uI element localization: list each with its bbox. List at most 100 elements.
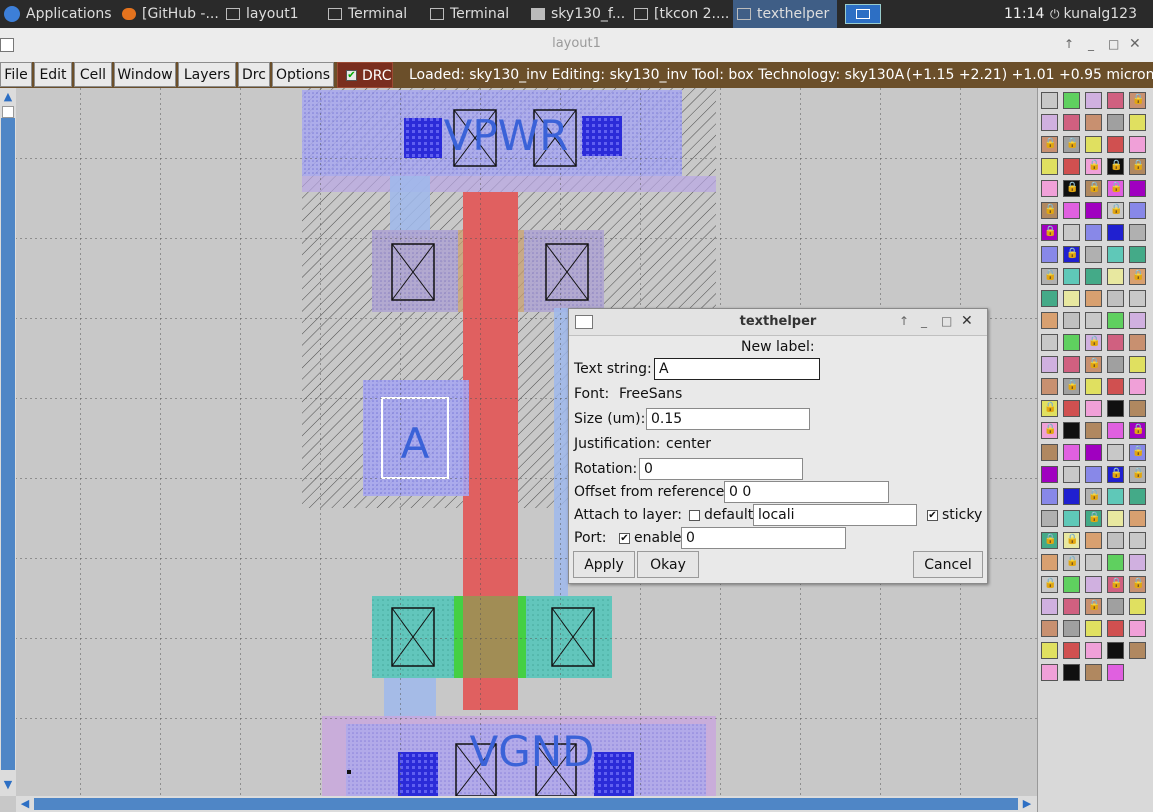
layer-swatch[interactable] bbox=[1129, 334, 1146, 351]
window-shade-icon[interactable]: ↑ bbox=[1064, 37, 1074, 51]
layer-swatch[interactable]: 🔒 bbox=[1129, 158, 1146, 175]
layer-swatch[interactable] bbox=[1129, 510, 1146, 527]
justification-value[interactable]: center bbox=[666, 436, 711, 452]
layer-swatch[interactable] bbox=[1063, 444, 1080, 461]
layer-swatch[interactable] bbox=[1107, 136, 1124, 153]
menu-edit[interactable]: Edit bbox=[34, 62, 72, 87]
layer-swatch[interactable] bbox=[1129, 202, 1146, 219]
scroll-left-icon[interactable]: ◀ bbox=[18, 797, 32, 811]
layer-swatch[interactable] bbox=[1041, 466, 1058, 483]
layer-swatch[interactable]: 🔒 bbox=[1041, 268, 1058, 285]
layer-swatch[interactable] bbox=[1063, 202, 1080, 219]
layer-swatch[interactable]: 🔒 bbox=[1085, 334, 1102, 351]
layer-swatch[interactable] bbox=[1107, 378, 1124, 395]
vertical-scroll-thumb[interactable] bbox=[1, 118, 15, 770]
layer-swatch[interactable] bbox=[1129, 532, 1146, 549]
layer-swatch[interactable]: 🔒 bbox=[1129, 576, 1146, 593]
layer-swatch[interactable] bbox=[1063, 488, 1080, 505]
default-checkbox[interactable] bbox=[689, 510, 700, 521]
layer-swatch[interactable] bbox=[1129, 136, 1146, 153]
apply-button[interactable]: Apply bbox=[573, 551, 635, 578]
layer-swatch[interactable]: 🔒 bbox=[1063, 136, 1080, 153]
layer-swatch[interactable] bbox=[1063, 114, 1080, 131]
layer-swatch[interactable] bbox=[1107, 246, 1124, 263]
layer-swatch[interactable] bbox=[1107, 290, 1124, 307]
layer-swatch[interactable] bbox=[1107, 422, 1124, 439]
layer-swatch[interactable] bbox=[1129, 378, 1146, 395]
layer-swatch[interactable] bbox=[1129, 620, 1146, 637]
layer-swatch[interactable] bbox=[1107, 114, 1124, 131]
layer-swatch[interactable] bbox=[1085, 664, 1102, 681]
layer-swatch[interactable] bbox=[1129, 488, 1146, 505]
layer-swatch[interactable] bbox=[1085, 92, 1102, 109]
layer-swatch[interactable] bbox=[1063, 422, 1080, 439]
layer-swatch[interactable] bbox=[1041, 642, 1058, 659]
layer-swatch[interactable] bbox=[1107, 268, 1124, 285]
layer-swatch[interactable]: 🔒 bbox=[1129, 92, 1146, 109]
layer-swatch[interactable] bbox=[1085, 246, 1102, 263]
layer-swatch[interactable] bbox=[1085, 532, 1102, 549]
layer-swatch[interactable] bbox=[1129, 180, 1146, 197]
layer-swatch[interactable]: 🔒 bbox=[1041, 136, 1058, 153]
layer-swatch[interactable] bbox=[1107, 620, 1124, 637]
layer-swatch[interactable]: 🔒 bbox=[1107, 576, 1124, 593]
layer-swatch[interactable] bbox=[1041, 620, 1058, 637]
layer-swatch[interactable]: 🔒 bbox=[1063, 532, 1080, 549]
layer-input[interactable] bbox=[753, 504, 917, 526]
layer-swatch[interactable] bbox=[1041, 598, 1058, 615]
menu-drc[interactable]: Drc bbox=[238, 62, 270, 87]
layer-swatch[interactable] bbox=[1063, 224, 1080, 241]
layer-swatch[interactable] bbox=[1041, 356, 1058, 373]
layer-swatch[interactable] bbox=[1085, 576, 1102, 593]
window-titlebar[interactable]: layout1 ↑ _ □ ✕ bbox=[0, 28, 1153, 63]
layer-swatch[interactable] bbox=[1107, 664, 1124, 681]
layer-swatch[interactable] bbox=[1063, 576, 1080, 593]
taskbar-item-tkcon[interactable]: [tkcon 2.... bbox=[634, 0, 730, 28]
layer-swatch[interactable] bbox=[1041, 664, 1058, 681]
layer-swatch[interactable] bbox=[1107, 532, 1124, 549]
scroll-down-icon[interactable]: ▼ bbox=[2, 778, 14, 792]
layer-swatch[interactable]: 🔒 bbox=[1041, 202, 1058, 219]
layer-swatch[interactable]: 🔒 bbox=[1107, 202, 1124, 219]
layer-swatch[interactable]: 🔒 bbox=[1107, 180, 1124, 197]
taskbar-item-terminal-1[interactable]: Terminal bbox=[328, 0, 422, 28]
workspace-switcher[interactable] bbox=[845, 4, 881, 24]
dialog-close-icon[interactable]: ✕ bbox=[961, 313, 973, 329]
applications-menu[interactable]: Applications bbox=[4, 0, 112, 28]
layer-swatch[interactable]: 🔒 bbox=[1041, 576, 1058, 593]
layer-swatch[interactable] bbox=[1063, 466, 1080, 483]
layer-swatch[interactable] bbox=[1129, 290, 1146, 307]
layer-swatch[interactable] bbox=[1063, 664, 1080, 681]
layer-swatch[interactable] bbox=[1041, 488, 1058, 505]
layer-swatch[interactable] bbox=[1107, 598, 1124, 615]
font-value[interactable]: FreeSans bbox=[619, 386, 682, 402]
layer-swatch[interactable] bbox=[1085, 312, 1102, 329]
layer-swatch[interactable] bbox=[1107, 642, 1124, 659]
layer-swatch[interactable] bbox=[1063, 312, 1080, 329]
layer-swatch[interactable]: 🔒 bbox=[1041, 224, 1058, 241]
menu-layers[interactable]: Layers bbox=[178, 62, 236, 87]
dialog-maximize-icon[interactable]: □ bbox=[941, 314, 952, 328]
layer-swatch[interactable] bbox=[1085, 224, 1102, 241]
layer-swatch[interactable] bbox=[1129, 312, 1146, 329]
layer-swatch[interactable] bbox=[1041, 92, 1058, 109]
layer-swatch[interactable] bbox=[1085, 268, 1102, 285]
port-enable-checkbox[interactable]: ✔ bbox=[619, 533, 630, 544]
layer-swatch[interactable] bbox=[1085, 422, 1102, 439]
layer-swatch[interactable]: 🔒 bbox=[1041, 400, 1058, 417]
taskbar-item-terminal-2[interactable]: Terminal bbox=[430, 0, 524, 28]
layer-swatch[interactable] bbox=[1085, 400, 1102, 417]
layer-swatch[interactable] bbox=[1085, 202, 1102, 219]
dialog-titlebar[interactable]: texthelper ↑ _ □ ✕ bbox=[569, 309, 987, 336]
layer-swatch[interactable] bbox=[1129, 598, 1146, 615]
layer-swatch[interactable] bbox=[1063, 334, 1080, 351]
layer-swatch[interactable] bbox=[1063, 356, 1080, 373]
layer-swatch[interactable] bbox=[1063, 642, 1080, 659]
layer-swatch[interactable] bbox=[1085, 444, 1102, 461]
layer-swatch[interactable] bbox=[1107, 554, 1124, 571]
drc-toggle[interactable]: ✔ DRC bbox=[337, 62, 393, 88]
layer-swatch[interactable]: 🔒 bbox=[1107, 466, 1124, 483]
menu-file[interactable]: File bbox=[0, 62, 32, 87]
layer-swatch[interactable]: 🔒 bbox=[1085, 356, 1102, 373]
menu-options[interactable]: Options bbox=[272, 62, 334, 87]
